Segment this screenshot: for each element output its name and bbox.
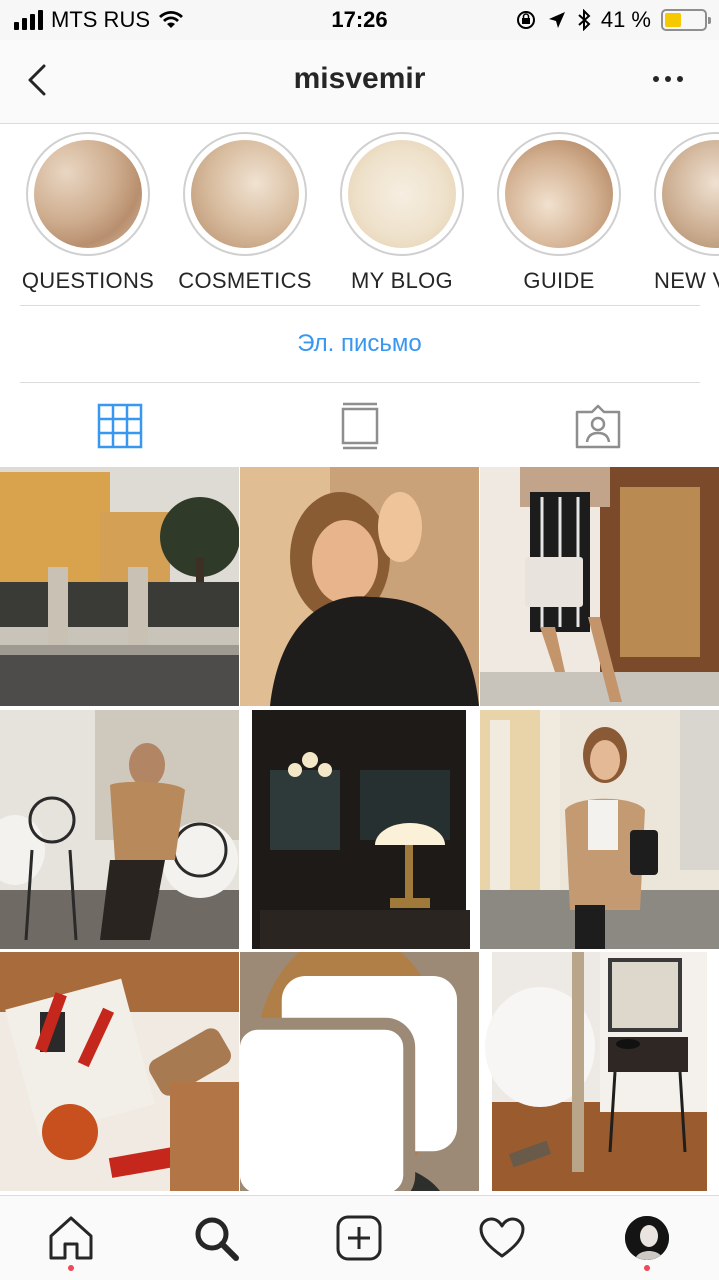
highlight-new[interactable]: NEW V bbox=[646, 132, 719, 294]
home-icon[interactable] bbox=[47, 1214, 95, 1262]
profile-header: misvemir bbox=[0, 40, 719, 124]
post-thumbnail[interactable] bbox=[240, 467, 479, 706]
posts-grid bbox=[0, 467, 719, 1197]
highlight-label: NEW V bbox=[654, 268, 719, 293]
bottom-tab-bar bbox=[0, 1195, 719, 1280]
rotation-lock-icon bbox=[516, 11, 535, 29]
divider bbox=[20, 382, 700, 383]
status-bar: MTS RUS 17:26 41 % bbox=[0, 0, 719, 40]
highlight-guide[interactable]: GUIDE bbox=[489, 132, 629, 294]
location-icon bbox=[548, 12, 565, 28]
profile-notification-dot bbox=[644, 1265, 650, 1271]
battery-percent: 41 % bbox=[600, 7, 651, 32]
highlight-label: GUIDE bbox=[523, 268, 595, 293]
profile-username: misvemir bbox=[293, 62, 426, 95]
battery-fill bbox=[665, 13, 681, 27]
igtv-icon[interactable] bbox=[336, 402, 384, 450]
tagged-icon[interactable] bbox=[574, 402, 622, 450]
new-post-icon[interactable] bbox=[335, 1214, 383, 1262]
highlight-cover bbox=[497, 132, 621, 256]
post-thumbnail[interactable] bbox=[0, 952, 239, 1191]
highlight-label: MY BLOG bbox=[351, 268, 453, 293]
profile-avatar[interactable] bbox=[625, 1216, 669, 1260]
email-button[interactable]: Эл. письмо bbox=[0, 306, 719, 382]
highlight-label: QUESTIONS bbox=[21, 268, 155, 293]
highlight-cover bbox=[654, 132, 719, 256]
multiple-photos-icon bbox=[240, 975, 458, 1191]
highlight-questions[interactable]: QUESTIONS bbox=[18, 132, 158, 294]
post-thumbnail[interactable] bbox=[0, 467, 239, 706]
more-options-icon[interactable] bbox=[653, 76, 683, 82]
post-thumbnail[interactable] bbox=[240, 952, 479, 1191]
highlight-cover bbox=[183, 132, 307, 256]
battery-icon bbox=[661, 9, 711, 31]
activity-icon[interactable] bbox=[478, 1214, 526, 1262]
highlight-cover bbox=[340, 132, 464, 256]
profile-tabs bbox=[0, 384, 719, 466]
post-thumbnail[interactable] bbox=[0, 710, 239, 949]
post-thumbnail[interactable] bbox=[240, 710, 479, 949]
status-right: 41 % bbox=[515, 7, 711, 33]
search-icon[interactable] bbox=[192, 1214, 240, 1262]
grid-icon[interactable] bbox=[96, 402, 144, 450]
post-thumbnail[interactable] bbox=[480, 710, 719, 949]
post-thumbnail[interactable] bbox=[480, 952, 719, 1191]
highlight-my-blog[interactable]: MY BLOG bbox=[332, 132, 472, 294]
highlight-cover bbox=[26, 132, 150, 256]
highlight-cosmetics[interactable]: COSMETICS bbox=[175, 132, 315, 294]
highlight-label: COSMETICS bbox=[178, 268, 312, 293]
home-notification-dot bbox=[68, 1265, 74, 1271]
post-thumbnail[interactable] bbox=[480, 467, 719, 706]
story-highlights: QUESTIONS COSMETICS MY BLOG GUIDE NEW V bbox=[0, 124, 719, 300]
bluetooth-icon bbox=[578, 9, 591, 31]
